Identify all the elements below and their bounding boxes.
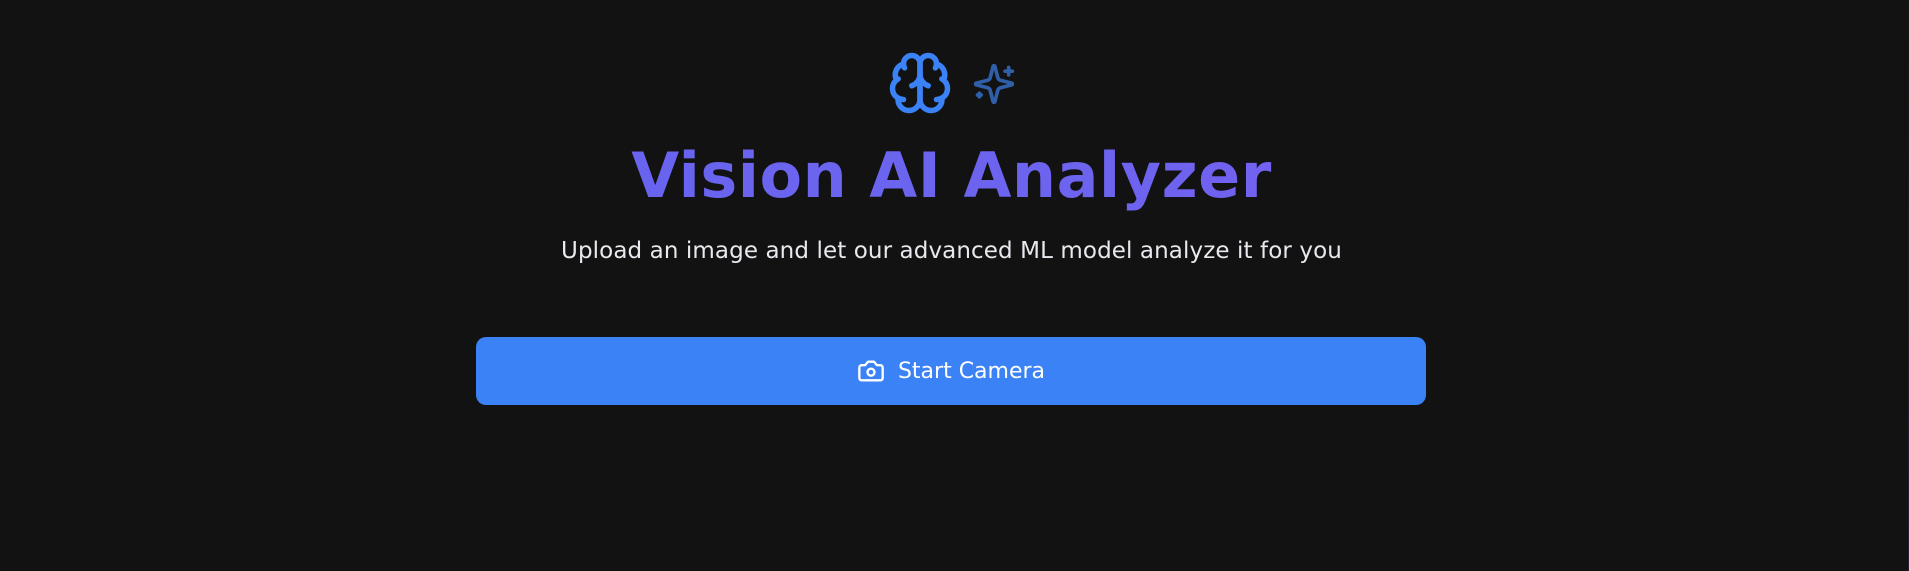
start-camera-label: Start Camera	[897, 358, 1046, 384]
page-title: Vision AI Analyzer	[0, 138, 1903, 214]
start-camera-button[interactable]: Start Camera	[476, 337, 1426, 405]
sparkles-icon	[973, 63, 1015, 105]
camera-icon	[858, 360, 884, 382]
hero-icon-row	[0, 50, 1903, 116]
brain-icon	[889, 52, 951, 114]
page-subtitle: Upload an image and let our advanced ML …	[561, 238, 1342, 264]
